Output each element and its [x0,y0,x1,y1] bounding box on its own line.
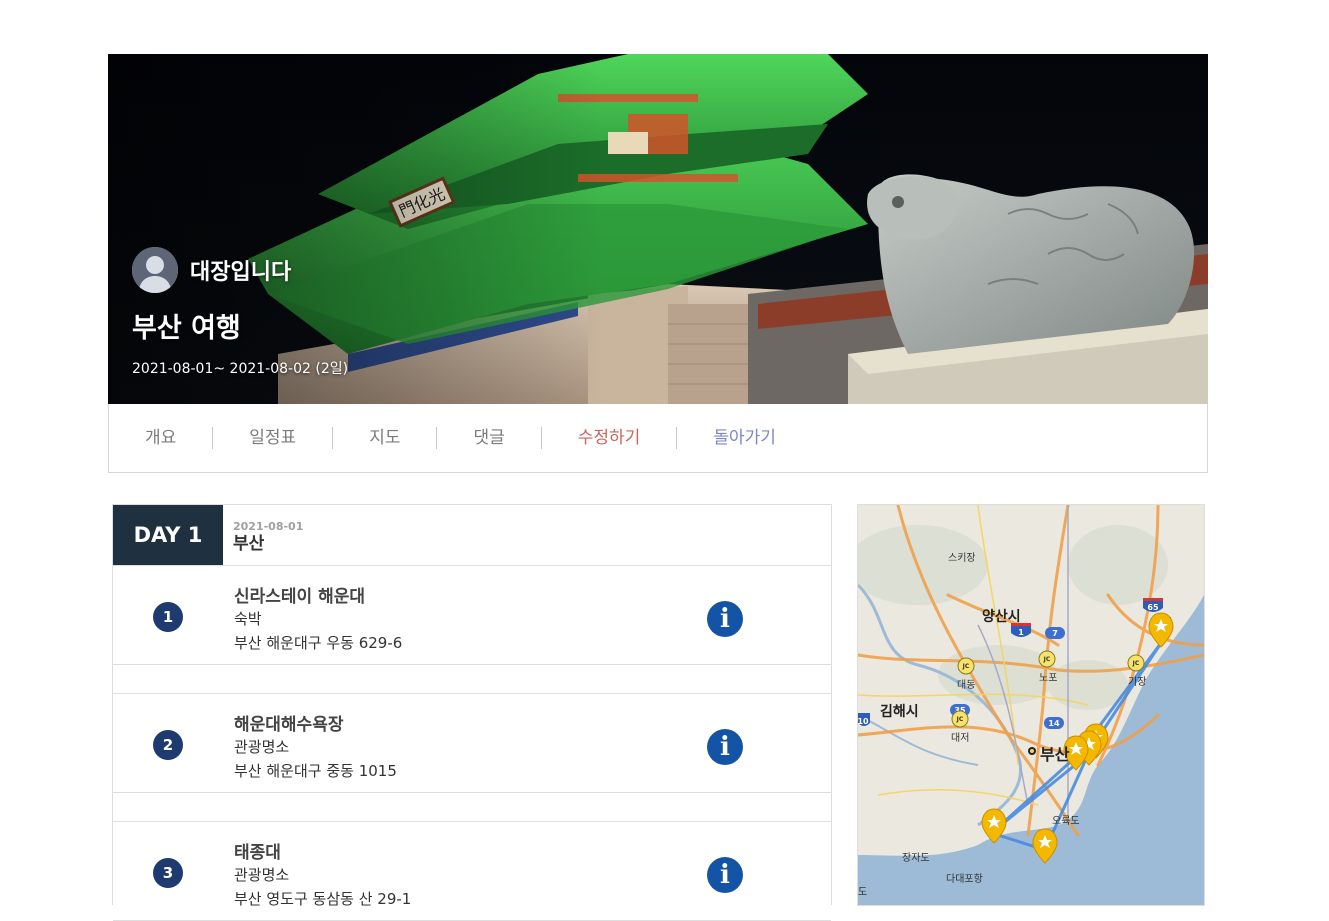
list-item: 3 태종대 관광명소 부산 영도구 동삼동 산 29-1 i [113,822,831,921]
item-category: 관광명소 [234,738,290,756]
item-address: 부산 영도구 동삼동 산 29-1 [234,890,412,908]
tab-comments[interactable]: 댓글 [436,427,540,449]
item-address: 부산 해운대구 중동 1015 [234,762,397,780]
item-number: 1 [153,602,183,632]
map-label-ski: 스키장 [948,553,976,564]
map-label-gimhae: 김해시 [880,704,919,720]
item-number: 3 [153,858,183,888]
route-shield-label: 14 [1048,719,1060,728]
route-shield-label: 10 [858,717,869,726]
info-icon[interactable]: i [707,601,743,637]
map-label-oryukdo: 오륙도 [1052,816,1080,827]
item-name: 해운대해수욕장 [234,715,344,735]
map-label-gijang: 기장 [1128,677,1147,688]
item-name: 신라스테이 해운대 [234,587,366,607]
route-shield-label: 1 [1018,628,1024,637]
map-label-nopo: 노포 [1039,673,1058,684]
route-shield-label: 65 [1147,603,1159,612]
hero-banner: 門化光 대장입니다 부산 여행 2021-08-01~ 2021-08-02 (… [108,54,1208,404]
map-label-daedong: 대동 [957,680,976,691]
author-name: 대장입니다 [190,260,292,285]
map-label-do: 도 [858,887,868,898]
day-info: 2021-08-01 부산 [223,505,303,565]
edit-button[interactable]: 수정하기 [540,427,677,449]
day-city: 부산 [233,534,265,554]
item-category: 숙박 [234,610,262,628]
list-item: 2 해운대해수욕장 관광명소 부산 해운대구 중동 1015 i [113,694,831,793]
item-category: 관광명소 [234,866,290,884]
item-address: 부산 해운대구 우동 629-6 [234,634,403,652]
trip-dates: 2021-08-01~ 2021-08-02 (2일) [132,361,349,377]
info-icon[interactable]: i [707,729,743,765]
item-name: 태종대 [234,843,281,863]
user-icon [132,247,178,293]
map-label-busan: 부산 [1040,745,1070,764]
map-label-yangsan: 양산시 [982,609,1021,625]
schedule-panel: DAY 1 2021-08-01 부산 1 신라스테이 해운대 숙박 부산 해운… [112,504,832,921]
tab-bar: 개요 일정표 지도 댓글 수정하기 돌아가기 [108,404,1208,473]
author-block: 대장입니다 [132,247,291,293]
jc-label: JC [956,716,964,723]
route-map[interactable]: 1 7 35 14 65 31 10 JC JC JC JC [857,504,1205,906]
map-label-daejeo: 대저 [951,733,970,744]
list-spacer [113,665,831,694]
list-spacer [113,793,831,822]
avatar[interactable] [132,247,178,293]
route-shield-label: 7 [1052,629,1058,638]
map-label-jangjado: 장자도 [902,853,930,864]
jc-label: JC [1132,660,1140,667]
palace-photo: 門化光 [108,54,1208,404]
tab-map[interactable]: 지도 [332,427,436,449]
jc-label: JC [1043,656,1051,663]
day-date: 2021-08-01 [233,520,304,533]
trip-title: 부산 여행 [132,313,241,344]
day-badge: DAY 1 [113,505,223,565]
tab-overview[interactable]: 개요 [109,427,212,449]
back-button[interactable]: 돌아가기 [676,427,812,449]
item-number: 2 [153,730,183,760]
tab-itinerary[interactable]: 일정표 [212,427,332,449]
map-label-dadaepo: 다대포항 [946,874,983,885]
list-item: 1 신라스테이 해운대 숙박 부산 해운대구 우동 629-6 i [113,566,831,665]
jc-label: JC [962,663,970,670]
day-header: DAY 1 2021-08-01 부산 [113,505,831,566]
info-icon[interactable]: i [707,857,743,893]
